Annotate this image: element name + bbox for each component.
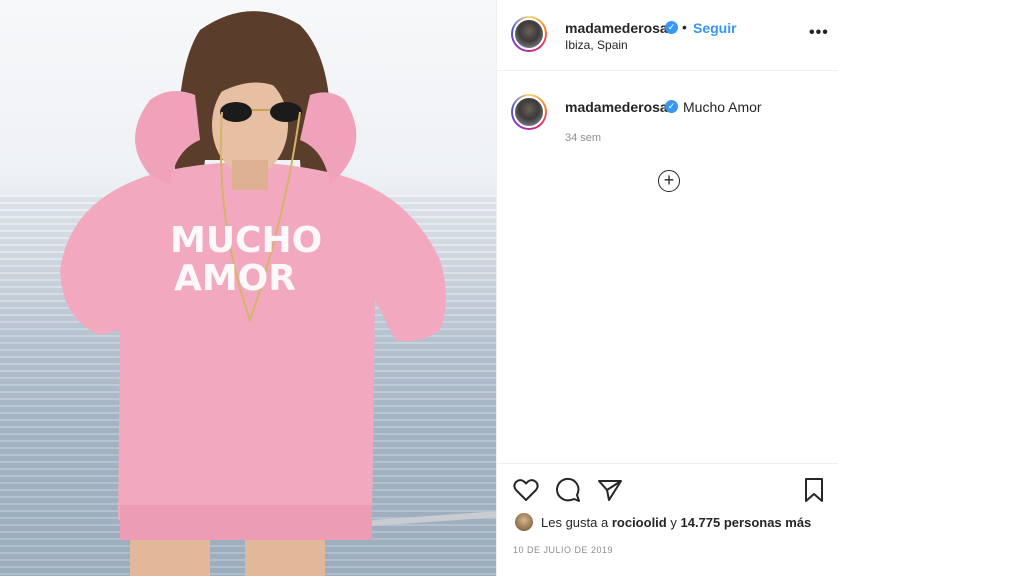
sweater-print: MUCHO AMOR — [170, 220, 323, 299]
separator-dot: • — [682, 19, 687, 35]
more-options-icon[interactable]: ••• — [809, 24, 829, 42]
post-photo[interactable]: MUCHO AMOR — [0, 0, 496, 576]
post-side-panel: madamederosa ✓ • Seguir Ibiza, Spain •••… — [496, 0, 839, 576]
verified-badge-icon: ✓ — [665, 21, 678, 34]
sweater-text-line2: AMOR — [173, 258, 296, 299]
likes-prefix: Les gusta a — [541, 515, 609, 530]
post-date[interactable]: 10 DE JULIO DE 2019 — [513, 545, 613, 555]
caption-author-avatar[interactable] — [511, 94, 547, 130]
likes-summary: Les gusta a rocioolid y 14.775 personas … — [541, 515, 811, 530]
action-bar: Les gusta a rocioolid y 14.775 personas … — [497, 463, 839, 577]
likes-count[interactable]: 14.775 personas más — [680, 515, 811, 530]
liker-username[interactable]: rocioolid — [612, 515, 667, 530]
author-username[interactable]: madamederosa — [565, 20, 668, 36]
add-comment-icon[interactable]: + — [658, 170, 680, 192]
likes-connector: y — [670, 515, 677, 530]
liker-avatar[interactable] — [515, 513, 533, 531]
sweater-text-line1: MUCHO — [170, 220, 323, 261]
comment-icon[interactable] — [555, 477, 581, 503]
caption-time[interactable]: 34 sem — [565, 132, 601, 144]
post-header: madamederosa ✓ • Seguir Ibiza, Spain ••• — [497, 0, 839, 71]
follow-button[interactable]: Seguir — [693, 20, 737, 36]
page-background-right — [838, 0, 1024, 576]
caption-text: Mucho Amor — [683, 99, 762, 115]
author-avatar[interactable] — [511, 16, 547, 52]
caption-verified-badge-icon: ✓ — [665, 100, 678, 113]
caption-username[interactable]: madamederosa — [565, 99, 668, 115]
post-location[interactable]: Ibiza, Spain — [565, 38, 628, 52]
share-icon[interactable] — [597, 478, 623, 502]
heart-icon[interactable] — [513, 478, 539, 502]
bookmark-icon[interactable] — [803, 477, 825, 503]
